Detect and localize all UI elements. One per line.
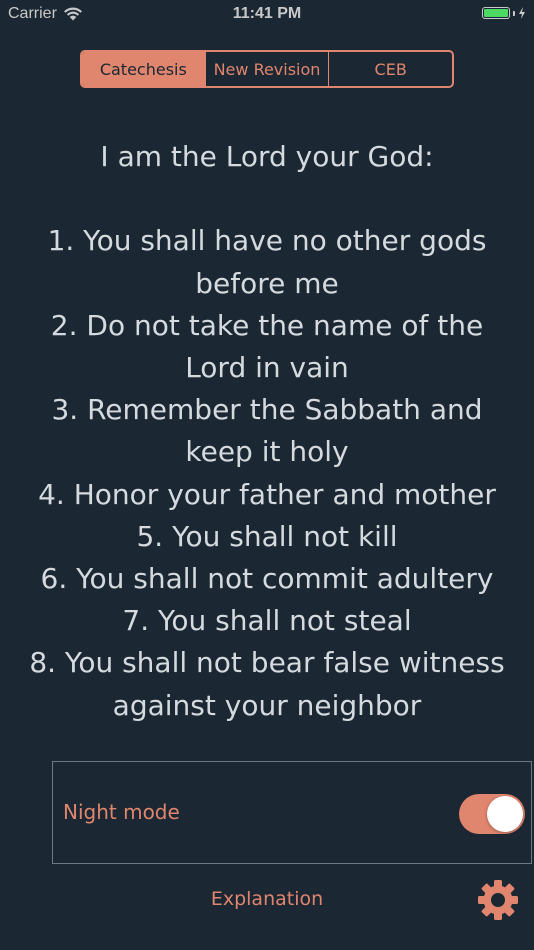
commandment-item: 5. You shall not kill [136,519,398,553]
segment-new-revision[interactable]: New Revision [206,52,330,86]
commandments-text-view[interactable]: I am the Lord your God: 1. You shall hav… [0,136,534,762]
battery-group [482,7,526,19]
commandment-item: 1. You shall have no other gods before m… [47,224,487,300]
charging-bolt-icon [519,7,525,19]
segment-catechesis[interactable]: Catechesis [82,52,206,86]
explanation-button[interactable]: Explanation [0,888,534,910]
commandment-item: 6. You shall not commit adultery [40,562,494,596]
gear-icon[interactable] [476,878,520,922]
segment-ceb[interactable]: CEB [329,52,452,86]
battery-tip [513,10,515,16]
status-bar: Carrier 11:41 PM [0,0,534,28]
commandment-item: 7. You shall not steal [122,604,412,638]
commandment-item: 3. Remember the Sabbath and keep it holy [51,393,483,469]
commandment-item: 8. You shall not bear false witness agai… [29,646,505,722]
commandments-heading: I am the Lord your God: [100,140,434,173]
version-segmented-control: Catechesis New Revision CEB [80,50,454,88]
status-time: 11:41 PM [232,5,302,22]
battery-icon [482,7,510,19]
night-mode-label: Night mode [63,800,180,824]
battery-level-fill [484,9,508,17]
heading-spacer [0,178,534,220]
night-mode-toggle[interactable] [459,794,525,834]
commandment-item: 2. Do not take the name of the Lord in v… [50,308,484,384]
commandment-item: 4. Honor your father and mother [38,477,496,511]
toggle-knob [487,796,523,832]
night-mode-panel: Night mode [52,761,532,864]
